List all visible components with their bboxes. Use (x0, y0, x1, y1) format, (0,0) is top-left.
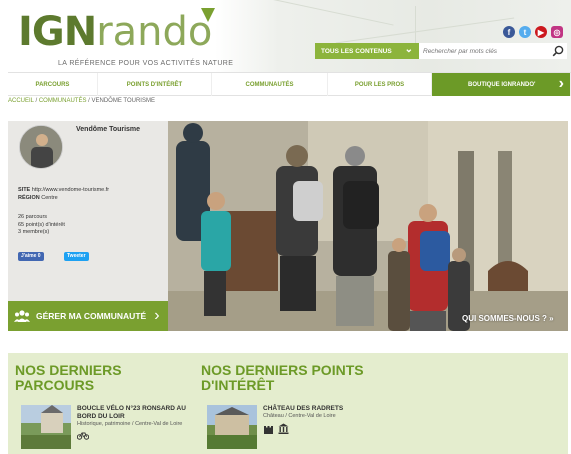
community-stats: 26 parcours 65 point(s) d'intérêt 3 memb… (18, 214, 65, 237)
social-links: f t ▶ ◎ (503, 26, 563, 38)
castle-icon (264, 426, 273, 434)
nav-item-parcours[interactable]: PARCOURS (8, 73, 98, 96)
twitter-icon[interactable]: t (519, 26, 531, 38)
site-header: IGNrando LA RÉFÉRENCE POUR VOS ACTIVITÉS… (0, 0, 571, 72)
community-hero: Vendôme Tourisme SITE http://www.vendome… (8, 121, 568, 331)
community-name: Vendôme Tourisme (76, 126, 141, 133)
route-title: BOUCLE VÉLO N°23 RONSARD AU BORD DU LOIR (77, 405, 186, 420)
facebook-like-button[interactable]: J'aime 0 (18, 252, 44, 261)
region-label: RÉGION (18, 194, 40, 201)
nav-item-pros[interactable]: POUR LES PROS (328, 73, 432, 96)
nav-shop-label: BOUTIQUE IGNRANDO' (468, 81, 536, 88)
region-value: Centre (41, 194, 58, 201)
search-filter-label: TOUS LES CONTENUS (321, 47, 392, 55)
stat-routes: 26 parcours (18, 214, 48, 220)
chevron-right-icon: › (558, 75, 564, 92)
route-desc: Historique, patrimoine / Centre-Val de L… (77, 421, 183, 427)
route-thumbnail (21, 405, 71, 449)
breadcrumb-home[interactable]: ACCUEIL (8, 98, 34, 104)
chevron-right-icon: › (154, 307, 160, 324)
breadcrumb-communities[interactable]: COMMUNAUTÉS (39, 98, 87, 104)
site-link[interactable]: http://www.vendome-tourisme.fr (32, 187, 109, 193)
search-input[interactable] (419, 43, 549, 59)
logo-rando-text: rando (96, 9, 213, 55)
logo-triangle-icon (201, 8, 215, 22)
ignrando-logo[interactable]: IGNrando (18, 8, 215, 55)
search-filter-select[interactable]: TOUS LES CONTENUS ⌄ (315, 43, 419, 59)
nav-item-points-interet[interactable]: POINTS D'INTÉRÊT (98, 73, 212, 96)
poi-desc: Château / Centre-Val de Loire (263, 413, 336, 419)
list-item-poi[interactable]: CHÂTEAU DES RADRETS Château / Centre-Val… (207, 405, 373, 449)
about-us-link[interactable]: QUI SOMMES-NOUS ? » (462, 314, 554, 323)
manage-community-button[interactable]: GÉRER MA COMMUNAUTÉ › (8, 301, 168, 331)
nav-item-communautes[interactable]: COMMUNAUTÉS (212, 73, 328, 96)
poi-title: CHÂTEAU DES RADRETS (263, 405, 344, 412)
breadcrumb-current: VENDÔME TOURISME (91, 98, 155, 104)
community-icon (14, 310, 30, 322)
latest-pois-column: NOS DERNIERS POINTS D'INTÉRÊT CHÂTEAU DE… (201, 353, 383, 454)
list-item-route[interactable]: BOUCLE VÉLO N°23 RONSARD AU BORD DU LOIR… (21, 405, 187, 449)
latest-routes-column: NOS DERNIERS PARCOURS BOUCLE VÉLO N°23 R… (15, 353, 197, 454)
stat-members: 3 membre(s) (18, 229, 50, 235)
tagline: LA RÉFÉRENCE POUR VOS ACTIVITÉS NATURE (58, 60, 234, 67)
nav-item-boutique[interactable]: BOUTIQUE IGNRANDO' › (432, 73, 571, 96)
manage-community-label: GÉRER MA COMMUNAUTÉ (36, 311, 147, 321)
poi-thumbnail (207, 405, 257, 449)
community-info: SITE http://www.vendome-tourisme.fr RÉGI… (18, 187, 109, 202)
stat-pois: 65 point(s) d'intérêt (18, 221, 65, 228)
latest-pois-title: NOS DERNIERS POINTS D'INTÉRÊT (201, 362, 364, 393)
logo-ign-text: IGN (18, 9, 97, 55)
instagram-icon[interactable]: ◎ (551, 26, 563, 38)
main-nav: PARCOURS POINTS D'INTÉRÊT COMMUNAUTÉS PO… (8, 72, 571, 96)
avatar (19, 125, 63, 169)
latest-routes-title: NOS DERNIERS PARCOURS (15, 362, 122, 393)
tweet-button[interactable]: Tweeter (64, 252, 89, 261)
site-label: SITE (18, 187, 31, 193)
youtube-icon[interactable]: ▶ (535, 26, 547, 38)
monument-icon (278, 423, 289, 434)
search-icon[interactable] (549, 43, 567, 59)
breadcrumb-separator: / (35, 98, 38, 104)
facebook-icon[interactable]: f (503, 26, 515, 38)
chevron-down-icon: ⌄ (404, 44, 413, 55)
search-bar: TOUS LES CONTENUS ⌄ (315, 43, 567, 59)
community-profile-card: Vendôme Tourisme SITE http://www.vendome… (8, 121, 168, 331)
breadcrumb-separator: / (88, 98, 90, 104)
bike-icon (77, 432, 89, 440)
breadcrumb: ACCUEIL / COMMUNAUTÉS / VENDÔME TOURISME (8, 98, 155, 104)
latest-content-panel: NOS DERNIERS PARCOURS BOUCLE VÉLO N°23 R… (8, 353, 568, 454)
